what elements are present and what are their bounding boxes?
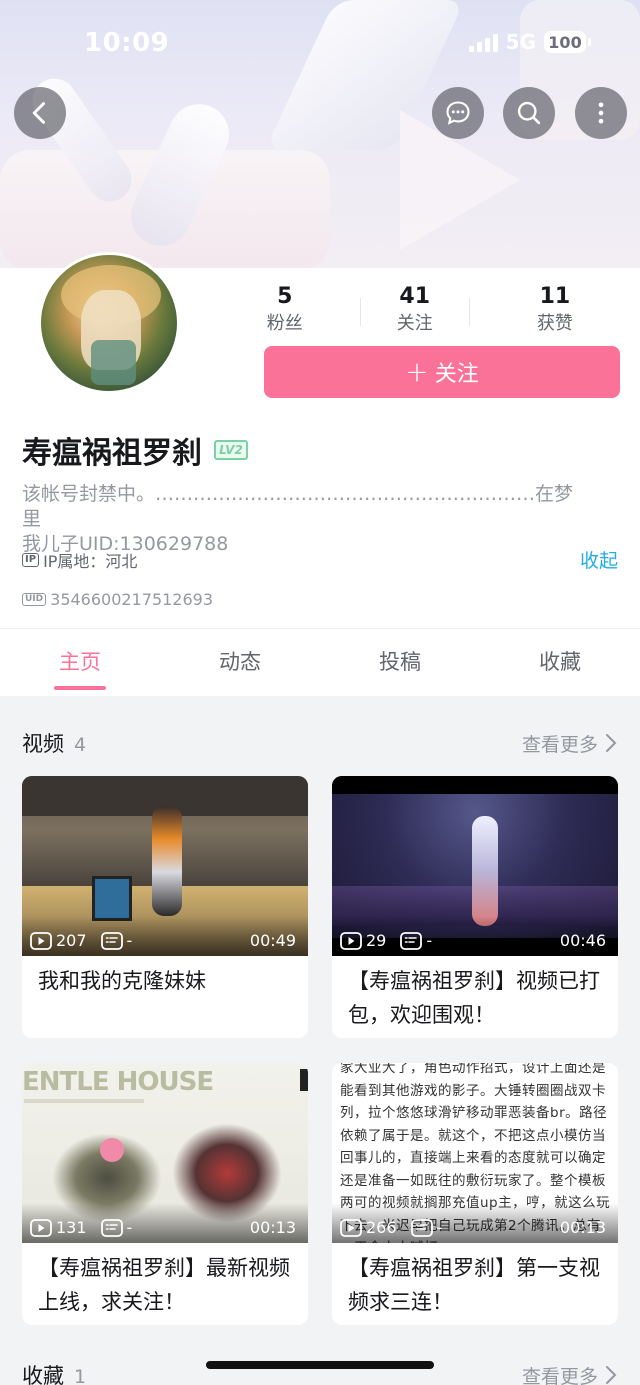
danmaku-icon	[100, 1218, 123, 1237]
uid-value[interactable]: 3546600217512693	[50, 590, 213, 609]
video-meta: 29 - 00:46	[340, 931, 606, 950]
ip-location-row: IP IP属地：河北	[22, 548, 137, 572]
tab-dynamic[interactable]: 动态	[160, 629, 320, 696]
danmaku-count: -	[100, 931, 132, 950]
play-icon	[30, 1218, 52, 1237]
play-count: 207	[30, 931, 87, 950]
danmaku-count: -	[100, 1218, 132, 1237]
video-title[interactable]: 【寿瘟祸祖罗刹】第一支视频求三连！	[332, 1243, 618, 1319]
video-meta: 207 - 00:49	[30, 931, 296, 950]
video-thumbnail[interactable]: ENTLE HOUSE 131 - 00:13	[22, 1063, 308, 1243]
play-count: 266	[340, 1218, 397, 1237]
level-badge: LV2	[214, 440, 248, 460]
danmaku-count: -	[400, 931, 432, 950]
status-time: 10:09	[84, 28, 170, 58]
section-count: 4	[74, 734, 87, 756]
back-button[interactable]	[14, 87, 66, 139]
bio-text: 该帐号封禁中。……………………………………………………在梦里 我儿子UID:13…	[22, 483, 574, 555]
plus-icon: +	[405, 355, 429, 388]
avatar[interactable]	[38, 252, 180, 394]
section-count: 1	[74, 1366, 87, 1385]
tab-favorites[interactable]: 收藏	[480, 629, 640, 696]
danmaku-icon	[400, 931, 423, 950]
video-title[interactable]: 【寿瘟祸祖罗刹】视频已打包，欢迎围观！	[332, 956, 618, 1032]
stat-label: 关注	[396, 313, 433, 334]
play-count: 29	[340, 931, 386, 950]
ip-location: IP属地：河北	[43, 552, 138, 571]
chat-bubble-icon	[446, 101, 470, 125]
video-duration: 00:49	[249, 931, 296, 950]
search-button[interactable]	[503, 87, 555, 139]
section-title-group: 视频 4	[22, 728, 86, 758]
section-title-group: 收藏 1	[22, 1360, 86, 1385]
network-type: 5G	[505, 30, 536, 54]
stat-followers[interactable]: 5 粉丝	[210, 282, 360, 338]
danmaku-icon	[410, 1218, 433, 1237]
follow-button-label: 关注	[434, 362, 479, 387]
username-row: 寿瘟祸祖罗刹 LV2	[22, 428, 248, 472]
tab-submissions[interactable]: 投稿	[320, 629, 480, 696]
stat-value: 41	[399, 284, 431, 309]
stat-likes[interactable]: 11 获赞	[470, 282, 640, 338]
play-count: 131	[30, 1218, 87, 1237]
profile-stats: 5 粉丝 41 关注 11 获赞	[210, 282, 640, 338]
more-vertical-icon	[598, 102, 604, 124]
uid-row: UID 3546600217512693	[22, 590, 213, 609]
video-thumbnail[interactable]: 207 - 00:49	[22, 776, 308, 956]
play-icon	[340, 931, 362, 950]
stat-value: 11	[539, 284, 571, 309]
profile-tabs: 主页 动态 投稿 收藏	[0, 628, 640, 696]
video-duration: 00:13	[559, 1218, 606, 1237]
stat-label: 粉丝	[266, 313, 303, 334]
chevron-right-icon	[606, 1366, 617, 1384]
profile-card: 5 粉丝 41 关注 11 获赞 + 关注 寿瘟祸祖罗刹 LV2 该帐号封禁中。…	[0, 252, 640, 628]
home-indicator[interactable]	[206, 1361, 434, 1369]
section-title: 视频	[22, 732, 64, 756]
see-more-label: 查看更多	[521, 1365, 598, 1385]
see-more-label: 查看更多	[521, 733, 598, 756]
status-indicators: 5G 100	[468, 30, 591, 54]
video-duration: 00:46	[559, 931, 606, 950]
collapse-link[interactable]: 收起	[580, 546, 618, 573]
thumbnail-logo-text: ENTLE HOUSE	[22, 1067, 214, 1097]
danmaku-count: -	[410, 1218, 442, 1237]
stat-value: 5	[277, 284, 293, 309]
tab-home[interactable]: 主页	[0, 629, 160, 696]
video-card[interactable]: ENTLE HOUSE 131 - 00:13 【寿瘟祸祖罗刹】最新视频上线，求…	[22, 1063, 308, 1325]
signal-icon	[468, 32, 498, 52]
section-title: 收藏	[22, 1364, 64, 1385]
ip-icon: IP	[22, 553, 40, 567]
video-meta: 131 - 00:13	[30, 1218, 296, 1237]
video-duration: 00:13	[249, 1218, 296, 1237]
search-icon	[517, 101, 541, 125]
videos-section-header: 视频 4 查看更多	[22, 728, 618, 758]
video-title[interactable]: 我和我的克隆妹妹	[22, 956, 308, 998]
see-more-videos-link[interactable]: 查看更多	[522, 730, 618, 757]
uid-icon: UID	[22, 593, 47, 606]
video-card[interactable]: 家大业大了，角色动作招式，设计上面还是 能看到其他游戏的影子。大锤转圈圈战双卡 …	[332, 1063, 618, 1325]
video-thumbnail[interactable]: 29 - 00:46	[332, 776, 618, 956]
follow-button[interactable]: + 关注	[264, 346, 620, 398]
username: 寿瘟祸祖罗刹	[22, 436, 202, 471]
video-title[interactable]: 【寿瘟祸祖罗刹】最新视频上线，求关注！	[22, 1243, 308, 1319]
video-card[interactable]: 207 - 00:49 我和我的克隆妹妹	[22, 776, 308, 1038]
stat-following[interactable]: 41 关注	[361, 282, 469, 338]
battery-icon: 100	[544, 31, 591, 53]
chevron-right-icon	[606, 734, 617, 752]
video-thumbnail[interactable]: 家大业大了，角色动作招式，设计上面还是 能看到其他游戏的影子。大锤转圈圈战双卡 …	[332, 1063, 618, 1243]
chevron-left-icon	[32, 102, 45, 124]
danmaku-icon	[100, 931, 123, 950]
play-icon	[30, 931, 52, 950]
see-more-favorites-link[interactable]: 查看更多	[522, 1362, 618, 1385]
video-card[interactable]: 29 - 00:46 【寿瘟祸祖罗刹】视频已打包，欢迎围观！	[332, 776, 618, 1038]
message-button[interactable]	[432, 87, 484, 139]
stat-label: 获赞	[536, 313, 573, 334]
more-button[interactable]	[575, 87, 627, 139]
video-meta: 266 - 00:13	[340, 1218, 606, 1237]
play-icon	[340, 1218, 362, 1237]
